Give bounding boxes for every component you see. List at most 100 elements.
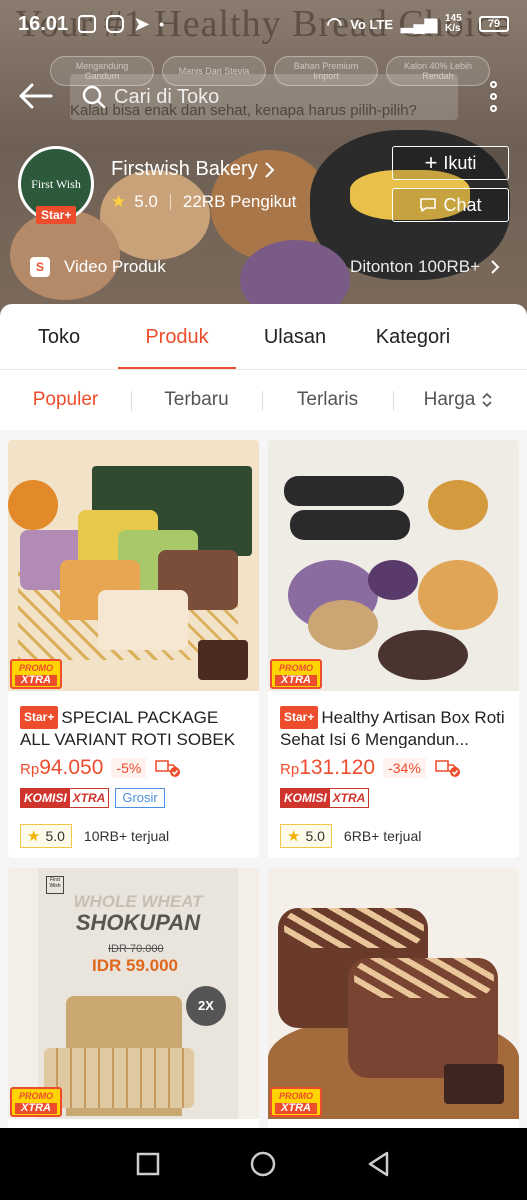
image-new-price: IDR 59.000 xyxy=(92,956,178,975)
telegram-icon: ➤ xyxy=(134,13,150,34)
rating-value: 5.0 xyxy=(305,828,325,844)
image-title-2: SHOKUPAN xyxy=(75,910,201,935)
product-image: PROMO XTRA xyxy=(268,440,519,691)
promo-bottom-label: XTRA xyxy=(15,675,57,686)
shop-search-bar[interactable]: Cari di Toko Kalau bisa enak dan sehat, … xyxy=(70,74,458,120)
back-arrow-icon xyxy=(19,83,53,109)
xtra-label: XTRA xyxy=(332,791,366,805)
rating-row: ★ 5.0 10RB+ terjual xyxy=(20,824,169,848)
rating-badge: ★ 5.0 xyxy=(280,824,332,848)
plus-icon: + xyxy=(424,150,438,175)
promo-xtra-badge: PROMO XTRA xyxy=(10,1087,62,1117)
sort-arrows-icon xyxy=(482,392,492,408)
product-card[interactable]: First Wish WHOLE WHEAT SHOKUPAN IDR 70.0… xyxy=(8,868,259,1130)
product-price: Rp94.050 xyxy=(20,756,103,780)
price-row: Rp131.120 -34% xyxy=(280,756,462,780)
promo-bottom-label: XTRA xyxy=(15,1103,57,1114)
divider xyxy=(169,194,171,210)
discount-badge: -5% xyxy=(111,758,147,778)
price-value: 94.050 xyxy=(39,756,104,779)
star-plus-badge: Star+ xyxy=(20,706,59,729)
dot-icon xyxy=(489,92,497,100)
image-title-1: WHOLE WHEAT xyxy=(73,892,203,911)
video-views: Ditonton 100RB+ xyxy=(350,257,500,277)
promo-xtra-badge: PROMO XTRA xyxy=(270,1087,322,1117)
komisi-xtra-badge: KOMISI XTRA xyxy=(280,788,370,808)
product-image: PROMO XTRA xyxy=(268,868,519,1119)
discount-badge: -34% xyxy=(383,758,426,778)
rating-row: ★ 5.0 6RB+ terjual xyxy=(280,824,421,848)
video-icon: S xyxy=(30,257,50,277)
rating-value: 5.0 xyxy=(45,828,65,844)
tab-produk[interactable]: Produk xyxy=(118,304,236,370)
product-card[interactable]: PROMO XTRA Star+ Healthy Artisan Box Roti … xyxy=(268,440,519,858)
video-products-row[interactable]: S Video Produk Ditonton 100RB+ xyxy=(30,252,500,282)
komisi-label: KOMISI xyxy=(21,789,70,807)
tab-ulasan[interactable]: Ulasan xyxy=(236,304,354,370)
video-label: Video Produk xyxy=(64,257,166,276)
status-bar: 16.01 ➤ • ◠ Vo LTE ▂▄▆ 145 K/s 79 xyxy=(0,0,527,48)
follow-button[interactable]: + Ikuti xyxy=(392,146,509,180)
sold-count: 6RB+ terjual xyxy=(343,828,422,844)
product-card[interactable]: PROMO XTRA xyxy=(268,868,519,1130)
star-plus-badge: Star+ xyxy=(36,206,77,224)
promo-top-label: PROMO xyxy=(18,1091,53,1101)
currency: Rp xyxy=(280,761,300,778)
product-image: First Wish WHOLE WHEAT SHOKUPAN IDR 70.0… xyxy=(8,868,259,1119)
sort-bar: Populer Terbaru Terlaris Harga xyxy=(0,370,527,430)
back-button[interactable] xyxy=(16,76,56,116)
promo-xtra-badge: PROMO XTRA xyxy=(10,659,62,689)
grosir-badge: Grosir xyxy=(115,788,165,808)
promo-xtra-badge: PROMO XTRA xyxy=(270,659,322,689)
shop-followers: 22RB Pengikut xyxy=(182,192,297,211)
system-icons: ◠ Vo LTE ▂▄▆ 145 K/s 79 xyxy=(326,14,509,35)
image-old-price: IDR 70.000 xyxy=(108,943,164,955)
home-button[interactable] xyxy=(249,1150,277,1178)
shop-name-link[interactable]: Firstwish Bakery xyxy=(111,158,276,181)
speed-label: 145 K/s xyxy=(445,13,462,34)
banner-subtext: Kalau bisa enak dan sehat, kenapa harus … xyxy=(70,102,417,119)
triangle-back-icon xyxy=(368,1151,389,1177)
product-tags: KOMISI XTRA xyxy=(280,788,370,808)
battery-icon: 79 xyxy=(479,16,509,32)
product-image: PROMO XTRA xyxy=(8,440,259,691)
shop-info: First Wish Star+ Firstwish Bakery ★ 5.0 … xyxy=(18,146,509,226)
signal-icon: ▂▄▆ xyxy=(401,16,437,33)
more-options-button[interactable] xyxy=(478,76,508,116)
sort-terlaris[interactable]: Terlaris xyxy=(262,389,393,411)
promo-top-label: PROMO xyxy=(278,663,313,673)
sort-terbaru[interactable]: Terbaru xyxy=(131,389,262,411)
notification-icon xyxy=(78,15,97,33)
notification-icons: ➤ • xyxy=(78,14,164,35)
tab-toko[interactable]: Toko xyxy=(0,304,118,370)
xtra-label: XTRA xyxy=(72,791,106,805)
star-icon: ★ xyxy=(111,192,127,211)
rating-badge: ★ 5.0 xyxy=(20,824,72,848)
instagram-icon xyxy=(106,15,125,33)
back-nav-button[interactable] xyxy=(365,1150,393,1178)
product-tags: KOMISI XTRA Grosir xyxy=(20,788,165,808)
komisi-xtra-badge: KOMISI XTRA xyxy=(20,788,110,808)
wifi-icon: ◠ xyxy=(326,13,343,34)
sort-populer[interactable]: Populer xyxy=(0,389,131,411)
chat-icon xyxy=(420,198,437,212)
network-label: Vo LTE xyxy=(350,16,394,32)
status-time: 16.01 xyxy=(18,12,69,35)
sort-harga[interactable]: Harga xyxy=(393,389,524,411)
tab-kategori[interactable]: Kategori xyxy=(354,304,472,370)
komisi-label: KOMISI xyxy=(281,789,330,807)
video-views-label: Ditonton 100RB+ xyxy=(350,257,480,276)
product-card[interactable]: PROMO XTRA Star+ SPECIAL PACKAGE ALL VARIA… xyxy=(8,440,259,858)
star-icon: ★ xyxy=(287,828,301,845)
price-row: Rp94.050 -5% xyxy=(20,756,182,780)
follow-label: Ikuti xyxy=(443,152,477,173)
promo-bottom-label: XTRA xyxy=(275,1103,317,1114)
chat-button[interactable]: Chat xyxy=(392,188,509,222)
chevron-right-icon xyxy=(491,260,500,274)
dot-icon: • xyxy=(159,16,165,32)
recent-apps-button[interactable] xyxy=(134,1150,162,1178)
promo-bottom-label: XTRA xyxy=(275,675,317,686)
dot-icon xyxy=(489,104,497,112)
free-shipping-icon xyxy=(155,760,181,777)
shop-meta: ★ 5.0 22RB Pengikut xyxy=(111,192,296,212)
